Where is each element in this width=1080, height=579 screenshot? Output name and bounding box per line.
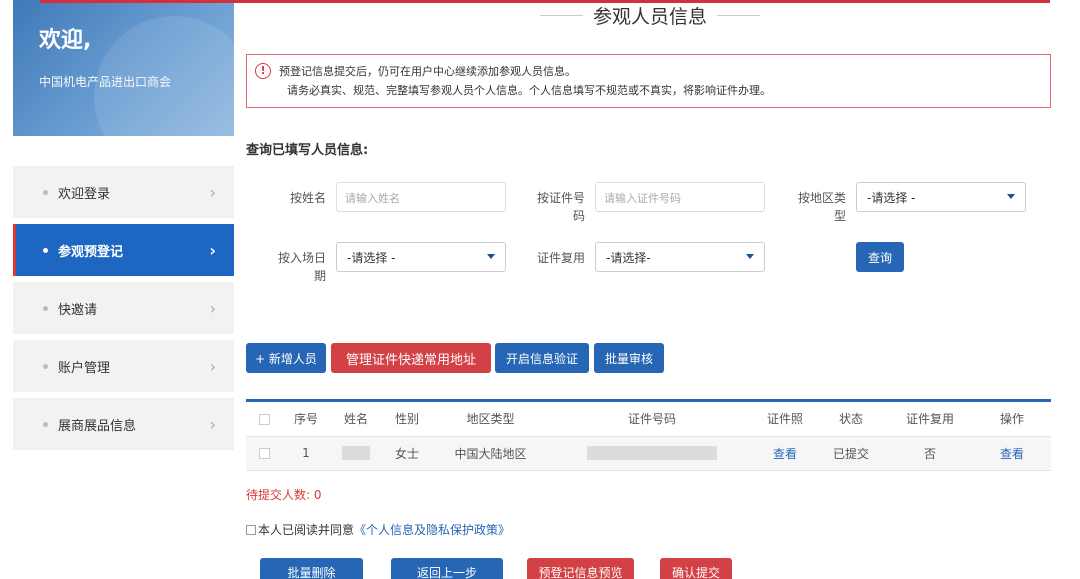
- bullet-icon: [43, 305, 48, 311]
- region-label-line2: 型: [833, 209, 846, 223]
- reuse-select-value: -请选择-: [606, 251, 651, 265]
- sidebar-item-label: 展商展品信息: [58, 418, 137, 434]
- sidebar-item-account-management[interactable]: 账户管理 ›: [13, 340, 234, 392]
- notice-box: ! 预登记信息提交后，仍可在用户中心继续添加参观人员信息。 请务必真实、规范、完…: [246, 54, 1051, 108]
- agreement-text: 本人已阅读并同意: [258, 523, 355, 537]
- bullet-icon: [43, 247, 48, 253]
- id-label-line1: 按证件号: [536, 191, 585, 205]
- bullet-icon: [43, 421, 48, 427]
- name-label: 按姓名: [289, 191, 326, 205]
- sidebar-item-exhibitor-info[interactable]: 展商展品信息 ›: [13, 398, 234, 450]
- id-label: 按证件号 码: [530, 189, 585, 225]
- chevron-right-icon: ›: [209, 415, 216, 434]
- back-button[interactable]: 返回上一步: [391, 558, 503, 579]
- sidebar-item-label: 快邀请: [58, 302, 98, 318]
- page-title: 参观人员信息: [593, 5, 708, 28]
- region-label-line1: 按地区类: [797, 191, 846, 205]
- row-select-cell[interactable]: [246, 436, 282, 471]
- search-section-title: 查询已填写人员信息:: [246, 143, 369, 158]
- batch-delete-button[interactable]: 批量删除: [260, 558, 363, 579]
- region-label: 按地区类 型: [788, 189, 846, 225]
- redacted-id-number: [587, 446, 717, 461]
- reuse-label: 证件复用: [536, 251, 585, 265]
- chevron-right-icon: ›: [209, 241, 216, 260]
- pending-label: 待提交人数:: [246, 488, 314, 502]
- confirm-submit-button[interactable]: 确认提交: [660, 558, 732, 579]
- bullet-icon: [43, 189, 48, 195]
- row-reuse: 否: [887, 436, 973, 471]
- sidebar-item-label: 账户管理: [58, 360, 111, 376]
- query-button[interactable]: 查询: [856, 242, 904, 272]
- page: 欢迎, 中国机电产品进出口商会 欢迎登录 › 参观预登记 › 快邀请 › 账户管…: [0, 0, 1080, 579]
- date-label: 按入场日 期: [270, 249, 326, 285]
- redacted-name: [342, 446, 370, 461]
- row-index: 1: [282, 436, 330, 471]
- column-header: 证件照: [755, 402, 815, 437]
- id-label-line2: 码: [572, 209, 585, 223]
- view-photo-link[interactable]: 查看: [773, 447, 797, 461]
- chevron-right-icon: ›: [209, 183, 216, 202]
- sidebar-item-label: 欢迎登录: [58, 186, 111, 202]
- chevron-down-icon: [746, 254, 754, 259]
- warning-icon: !: [255, 63, 271, 79]
- region-select-value: -请选择 -: [867, 191, 916, 205]
- date-label-line2: 期: [313, 269, 326, 283]
- row-region: 中国大陆地区: [432, 436, 549, 471]
- chevron-right-icon: ›: [209, 299, 216, 318]
- select-all-checkbox[interactable]: [258, 413, 270, 425]
- sidebar-item-quick-invite[interactable]: 快邀请 ›: [13, 282, 234, 334]
- row-gender: 女士: [382, 436, 432, 471]
- column-header: 性别: [382, 402, 432, 437]
- entry-date-select-value: -请选择 -: [347, 251, 396, 265]
- sidebar-item-welcome-login[interactable]: 欢迎登录 ›: [13, 166, 234, 218]
- sidebar-item-label: 参观预登记: [58, 244, 124, 260]
- add-person-button[interactable]: + 新增人员: [246, 343, 326, 373]
- row-action-cell: 查看: [973, 436, 1051, 471]
- name-search-input[interactable]: 请输入姓名: [336, 182, 506, 212]
- chevron-right-icon: ›: [209, 357, 216, 376]
- bullet-icon: [43, 363, 48, 369]
- date-label-line1: 按入场日: [277, 251, 326, 265]
- entry-date-select[interactable]: -请选择 -: [336, 242, 506, 272]
- select-all-cell[interactable]: [246, 402, 282, 437]
- batch-review-button[interactable]: 批量审核: [594, 343, 664, 373]
- enable-verification-button[interactable]: 开启信息验证: [495, 343, 589, 373]
- column-header: 地区类型: [432, 402, 549, 437]
- agreement-row: 本人已阅读并同意 《个人信息及隐私保护政策》: [246, 521, 510, 538]
- table-row: 1 女士 中国大陆地区 查看 已提交 否 查看: [246, 436, 1051, 471]
- column-header: 状态: [815, 402, 887, 437]
- notice-line-2: 请务必真实、规范、完整填写参观人员个人信息。个人信息填写不规范或不真实，将影响证…: [287, 84, 771, 97]
- reuse-select[interactable]: -请选择-: [595, 242, 765, 272]
- agreement-checkbox[interactable]: [246, 524, 256, 535]
- organization-name: 中国机电产品进出口商会: [39, 75, 172, 89]
- visitor-table: 序号 姓名 性别 地区类型 证件号码 证件照 状态 证件复用 操作 1 女士 中…: [246, 399, 1051, 471]
- column-header: 证件复用: [887, 402, 973, 437]
- column-header: 操作: [973, 402, 1051, 437]
- preview-button[interactable]: 预登记信息预览: [527, 558, 634, 579]
- column-header: 证件号码: [549, 402, 755, 437]
- row-checkbox[interactable]: [258, 448, 270, 459]
- sidebar-item-visit-preregistration[interactable]: 参观预登记 ›: [13, 224, 234, 276]
- row-photo-cell: 查看: [755, 436, 815, 471]
- table-header-row: 序号 姓名 性别 地区类型 证件号码 证件照 状态 证件复用 操作: [246, 402, 1051, 437]
- row-id-number: [549, 436, 755, 471]
- manage-address-button[interactable]: 管理证件快递常用地址: [331, 343, 491, 373]
- row-status: 已提交: [815, 436, 887, 471]
- page-title-wrap: 参观人员信息: [540, 3, 760, 28]
- welcome-title: 欢迎,: [39, 28, 92, 53]
- chevron-down-icon: [1007, 194, 1015, 199]
- chevron-down-icon: [487, 254, 495, 259]
- column-header: 序号: [282, 402, 330, 437]
- pending-count: 0: [313, 488, 322, 502]
- privacy-policy-link[interactable]: 《个人信息及隐私保护政策》: [354, 521, 510, 538]
- pending-count-text: 待提交人数: 0: [246, 486, 322, 503]
- welcome-card: 欢迎, 中国机电产品进出口商会: [13, 0, 234, 136]
- id-search-input[interactable]: 请输入证件号码: [595, 182, 765, 212]
- column-header: 姓名: [330, 402, 382, 437]
- row-name: [330, 436, 382, 471]
- sidebar-menu: 欢迎登录 › 参观预登记 › 快邀请 › 账户管理 › 展商展品信息 ›: [13, 166, 234, 456]
- notice-line-1: 预登记信息提交后，仍可在用户中心继续添加参观人员信息。: [279, 65, 576, 78]
- region-select[interactable]: -请选择 -: [856, 182, 1026, 212]
- view-detail-link[interactable]: 查看: [1000, 447, 1024, 461]
